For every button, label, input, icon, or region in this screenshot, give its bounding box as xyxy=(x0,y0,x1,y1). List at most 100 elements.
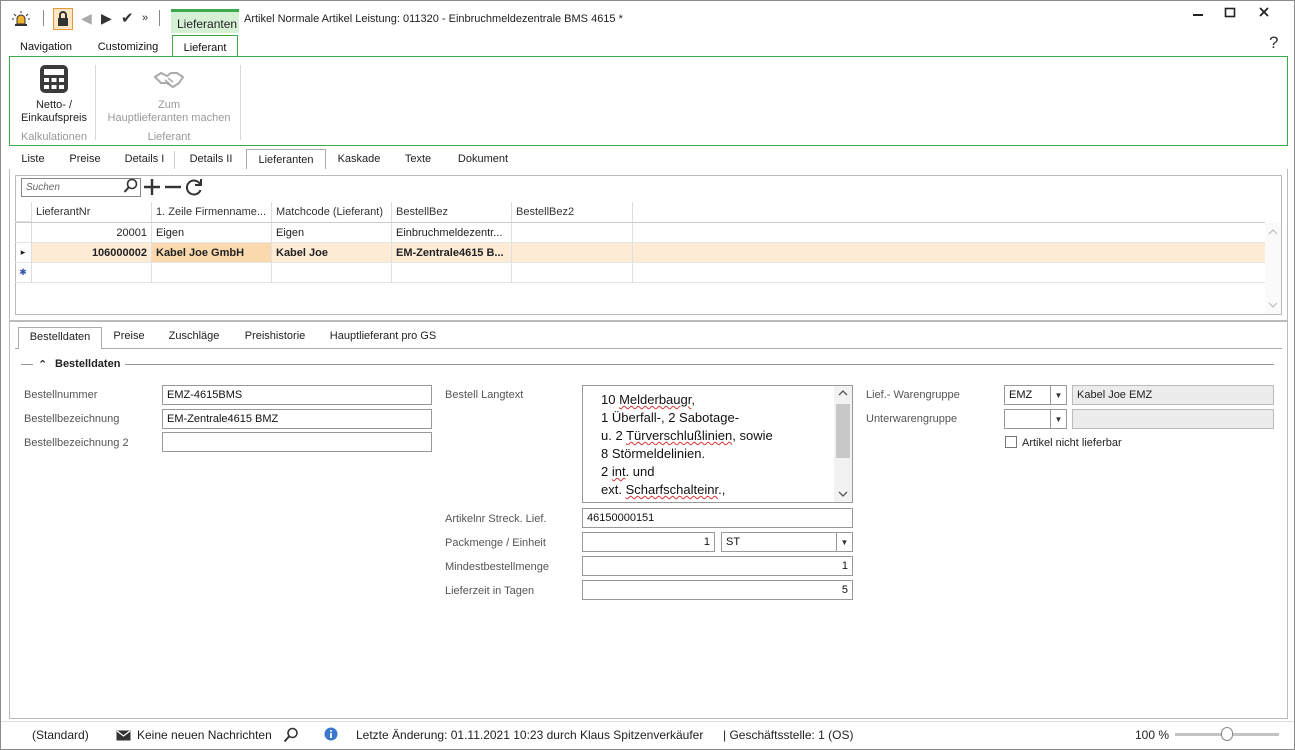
refresh-icon[interactable] xyxy=(184,177,204,200)
bestellbezeichnung-input[interactable]: EM-Zentrale4615 BMZ xyxy=(162,409,432,429)
grid-header-lieferantnr[interactable]: LieferantNr xyxy=(32,202,152,222)
bestellbezeichnung2-input[interactable] xyxy=(162,432,432,452)
misspelled-word: progr xyxy=(601,500,631,502)
mindest-input[interactable]: 1 xyxy=(582,556,853,576)
grid-scrollbar[interactable] xyxy=(1265,223,1281,314)
tab-bestelldaten[interactable]: Bestelldaten xyxy=(18,327,102,349)
new-cell xyxy=(633,263,1265,283)
hauptlieferant-label[interactable]: Zum Hauptlieferanten machen xyxy=(102,99,236,125)
hauptlieferant-button[interactable] xyxy=(153,67,185,93)
nicht-lieferbar-label[interactable]: Artikel nicht lieferbar xyxy=(1022,437,1122,449)
cell-matchcode[interactable]: Eigen xyxy=(272,223,392,243)
cell-filler xyxy=(633,243,1265,263)
mail-icon xyxy=(116,730,131,744)
langtext-text: , sowie xyxy=(732,428,773,443)
warengruppe-select[interactable]: EMZ ▼ xyxy=(1004,385,1067,405)
status-bar: (Standard) Keine neuen Nachrichten Letzt… xyxy=(1,721,1294,749)
langtext-line: progr xyxy=(601,499,852,502)
ribbon-tab-navigation[interactable]: Navigation xyxy=(11,37,81,57)
search-icon[interactable] xyxy=(283,727,299,746)
chevron-down-icon[interactable]: ▼ xyxy=(1050,386,1066,404)
status-geschaeftsstelle: | Geschäftsstelle: 1 (OS) xyxy=(723,728,854,742)
tab-liste[interactable]: Liste xyxy=(15,151,51,169)
tab-detail-preise[interactable]: Preise xyxy=(107,330,151,348)
forward-icon[interactable]: ▶ xyxy=(101,10,112,27)
netto-einkaufspreis-label[interactable]: Netto- / Einkaufspreis xyxy=(16,99,92,125)
cell-matchcode[interactable]: Kabel Joe xyxy=(272,243,392,263)
tab-details-2[interactable]: Details II xyxy=(181,151,241,169)
cell-firmenname[interactable]: Eigen xyxy=(152,223,272,243)
add-icon[interactable] xyxy=(143,177,161,200)
tab-lieferanten[interactable]: Lieferanten xyxy=(246,149,326,170)
langtext-scroll-thumb[interactable] xyxy=(836,404,850,458)
tab-kaskade[interactable]: Kaskade xyxy=(331,151,387,169)
close-button[interactable] xyxy=(1253,5,1275,23)
tab-zuschlaege[interactable]: Zuschläge xyxy=(161,330,227,348)
lock-button[interactable] xyxy=(53,8,73,30)
ribbon-tab-lieferant[interactable]: Lieferant xyxy=(172,35,238,57)
grid-header-bestellbez[interactable]: BestellBez xyxy=(392,202,512,222)
langtext-text: 1 Überfall-, 2 Sabotage- xyxy=(601,410,740,425)
context-tab-lieferanten: Lieferanten xyxy=(171,9,239,33)
status-profile[interactable]: (Standard) xyxy=(32,728,89,742)
tab-baseline xyxy=(102,348,1282,349)
grid-header-bestellbez2[interactable]: BestellBez2 xyxy=(512,202,633,222)
check-icon[interactable]: ✔ xyxy=(121,9,134,27)
unterwarengruppe-select[interactable]: ▼ xyxy=(1004,409,1067,429)
artikelnr-input[interactable]: 46150000151 xyxy=(582,508,853,528)
row-selector[interactable] xyxy=(15,223,32,243)
new-cell[interactable] xyxy=(272,263,392,283)
row-selector-current[interactable]: ▸ xyxy=(15,243,32,263)
minimize-button[interactable] xyxy=(1187,5,1209,23)
netto-label-line1: Netto- / xyxy=(35,99,73,111)
cell-filler xyxy=(633,223,1265,243)
new-cell[interactable] xyxy=(512,263,633,283)
new-cell[interactable] xyxy=(392,263,512,283)
lieferzeit-input[interactable]: 5 xyxy=(582,580,853,600)
cell-bestellbez2[interactable] xyxy=(512,243,633,263)
chevron-down-icon[interactable]: ▼ xyxy=(836,533,852,551)
tab-preishistorie[interactable]: Preishistorie xyxy=(237,330,313,348)
new-cell[interactable] xyxy=(152,263,272,283)
cell-lieferantnr[interactable]: 20001 xyxy=(32,223,152,243)
cell-bestellbez[interactable]: Einbruchmeldezentr... xyxy=(392,223,512,243)
chevron-down-icon[interactable]: ▼ xyxy=(1050,410,1066,428)
new-row-selector[interactable]: ✱ xyxy=(15,263,32,283)
langtext-text: 2 xyxy=(601,464,612,479)
cell-firmenname[interactable]: Kabel Joe GmbH xyxy=(152,243,272,263)
cell-lieferantnr[interactable]: 106000002 xyxy=(32,243,152,263)
section-chevron-icon[interactable]: ⌃ xyxy=(38,358,47,371)
tab-details-1[interactable]: Details I xyxy=(115,151,175,169)
langtext-line: 10 Melderbaugr, xyxy=(601,391,852,409)
nicht-lieferbar-checkbox[interactable] xyxy=(1005,436,1017,448)
remove-icon[interactable] xyxy=(164,177,182,200)
cell-bestellbez[interactable]: EM-Zentrale4615 B... xyxy=(392,243,512,263)
ribbon-tab-customizing[interactable]: Customizing xyxy=(89,37,167,57)
haupt-label-line1: Zum xyxy=(158,99,180,111)
bestellnummer-input[interactable]: EMZ-4615BMS xyxy=(162,385,432,405)
search-icon[interactable] xyxy=(123,178,139,197)
back-icon[interactable]: ◀ xyxy=(81,10,92,27)
cell-bestellbez2[interactable] xyxy=(512,223,633,243)
packmenge-input[interactable]: 1 xyxy=(582,532,715,552)
einheit-select[interactable]: ST ▼ xyxy=(721,532,853,552)
mindest-label: Mindestbestellmenge xyxy=(445,561,549,573)
grid-header-matchcode[interactable]: Matchcode (Lieferant) xyxy=(272,202,392,222)
new-cell[interactable] xyxy=(32,263,152,283)
grid-header-firmenname[interactable]: 1. Zeile Firmenname... xyxy=(152,202,272,222)
artikelnr-label: Artikelnr Streck. Lief. xyxy=(445,513,547,525)
tab-hauptlieferant-gs[interactable]: Hauptlieferant pro GS xyxy=(323,330,443,348)
langtext-textarea[interactable]: 10 Melderbaugr, 1 Überfall-, 2 Sabotage-u… xyxy=(582,385,853,503)
more-icon[interactable]: » xyxy=(142,12,148,24)
status-messages[interactable]: Keine neuen Nachrichten xyxy=(137,728,272,742)
zoom-slider-thumb[interactable] xyxy=(1221,727,1233,741)
tab-dokument[interactable]: Dokument xyxy=(449,151,517,169)
maximize-button[interactable] xyxy=(1219,5,1241,23)
haupt-label-line2: Hauptlieferanten machen xyxy=(107,112,231,124)
netto-einkaufspreis-button[interactable] xyxy=(38,63,70,95)
langtext-scrollbar[interactable] xyxy=(834,386,852,502)
tab-texte[interactable]: Texte xyxy=(393,151,443,169)
tab-preise[interactable]: Preise xyxy=(62,151,108,169)
alarm-icon[interactable] xyxy=(11,10,31,31)
help-icon[interactable]: ? xyxy=(1269,33,1278,53)
